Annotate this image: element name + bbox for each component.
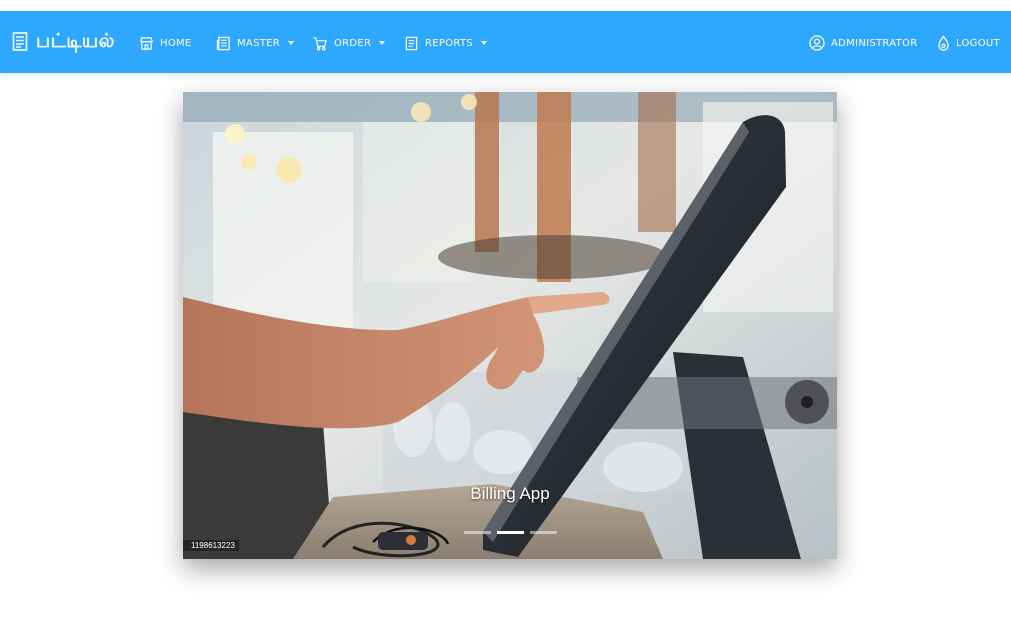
chevron-down-icon — [480, 41, 487, 45]
carousel-caption: Billing App — [470, 484, 550, 503]
logout-icon — [938, 34, 949, 51]
nav-home-label: HOME — [160, 37, 192, 49]
nav-order[interactable]: ORDER — [312, 34, 386, 52]
cart-icon — [313, 36, 327, 50]
nav-master[interactable]: MASTER — [216, 34, 294, 52]
carousel-indicators — [464, 531, 557, 534]
user-circle-icon — [809, 35, 825, 51]
nav-reports-label: REPORTS — [425, 37, 473, 49]
brand-name: பட்டியல் — [36, 29, 115, 52]
nav-master-label: MASTER — [237, 37, 280, 49]
nav-logout[interactable]: LOGOUT — [937, 34, 1000, 52]
chevron-down-icon — [288, 41, 294, 45]
nav-user[interactable]: ADMINISTRATOR — [809, 34, 917, 52]
navbar: பட்டியல் HOME MASTER ORDER REPORTS ADMIN… — [0, 11, 1011, 73]
carousel-indicator-2[interactable] — [497, 531, 524, 534]
carousel-indicator-3[interactable] — [530, 531, 557, 534]
brand[interactable]: பட்டியல் — [12, 28, 115, 56]
nav-home[interactable]: HOME — [139, 34, 192, 52]
store-icon — [140, 36, 153, 50]
image-stock-id: 1198613223 — [183, 540, 239, 551]
carousel-indicator-1[interactable] — [464, 531, 491, 534]
nav-reports[interactable]: REPORTS — [404, 34, 487, 52]
newspaper-icon — [216, 36, 230, 50]
nav-user-label: ADMINISTRATOR — [831, 37, 918, 49]
document-icon — [405, 36, 418, 50]
chevron-down-icon — [379, 41, 386, 45]
image-carousel[interactable]: 1198613223 Billing App — [183, 92, 837, 559]
nav-logout-label: LOGOUT — [956, 37, 1000, 49]
receipt-icon — [12, 32, 28, 51]
nav-order-label: ORDER — [334, 37, 372, 49]
